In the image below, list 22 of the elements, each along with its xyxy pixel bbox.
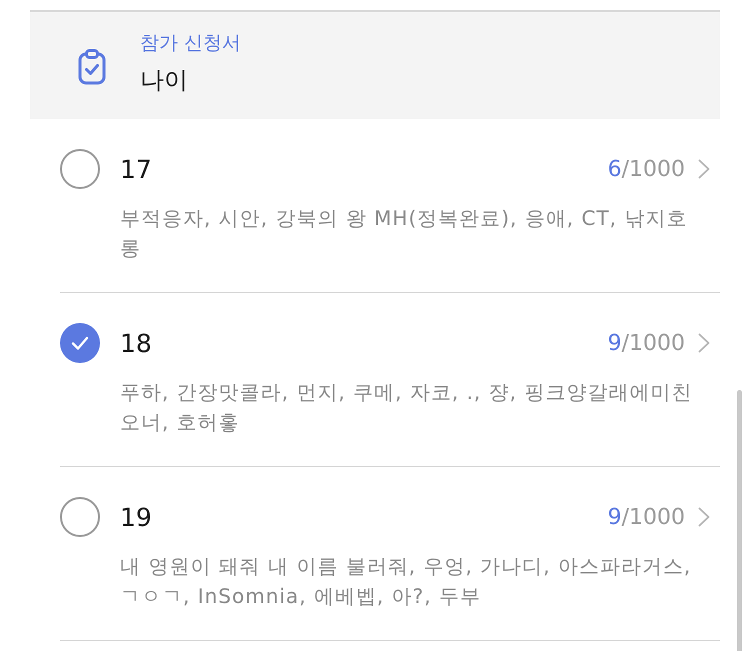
radio-checked-icon[interactable] xyxy=(60,323,100,363)
chevron-right-icon[interactable] xyxy=(698,507,710,527)
chevron-right-icon[interactable] xyxy=(698,159,710,179)
option-label: 19 xyxy=(120,502,153,532)
vote-count: 6/1000 xyxy=(608,156,685,182)
participant-names: 부적응자, 시안, 강북의 왕 MH(정복완료), 응애, CT, 낚지호롱 xyxy=(120,205,688,262)
clipboard-check-icon xyxy=(78,48,106,84)
participant-names: 내 영원이 돼줘 내 이름 불러줘, 우엉, 가나디, 아스파라거스, ㄱㅇㄱ, InSomnia, 에베벱, 아?, 두부 xyxy=(120,553,692,610)
vote-count: 9/1000 xyxy=(608,504,685,530)
radio-unchecked-icon[interactable] xyxy=(60,149,100,189)
chevron-right-icon[interactable] xyxy=(698,333,710,353)
option-row[interactable]: 18 9/1000 푸하, 간장맛콜라, 먼지, 쿠메, 자코, ., 쟝, 핑크양갈래에미친오너, 호허홓 xyxy=(60,293,720,467)
question-title: 나이 xyxy=(140,64,189,96)
option-row[interactable]: 19 9/1000 내 영원이 돼줘 내 이름 불러줘, 우엉, 가나디, 아스파라거스, ㄱㅇㄱ, InSomnia, 에베벱, 아?, 두부 xyxy=(60,467,720,641)
option-label: 17 xyxy=(120,154,153,184)
option-label: 18 xyxy=(120,328,153,358)
scrollbar[interactable] xyxy=(737,390,742,651)
participant-names: 푸하, 간장맛콜라, 먼지, 쿠메, 자코, ., 쟝, 핑크양갈래에미친오너, 호허홓 xyxy=(120,379,694,436)
form-category: 참가 신청서 xyxy=(140,30,242,56)
vote-count: 9/1000 xyxy=(608,330,685,356)
option-row[interactable]: 17 6/1000 부적응자, 시안, 강북의 왕 MH(정복완료), 응애, CT, 낚지호롱 xyxy=(60,119,720,293)
radio-unchecked-icon[interactable] xyxy=(60,497,100,537)
